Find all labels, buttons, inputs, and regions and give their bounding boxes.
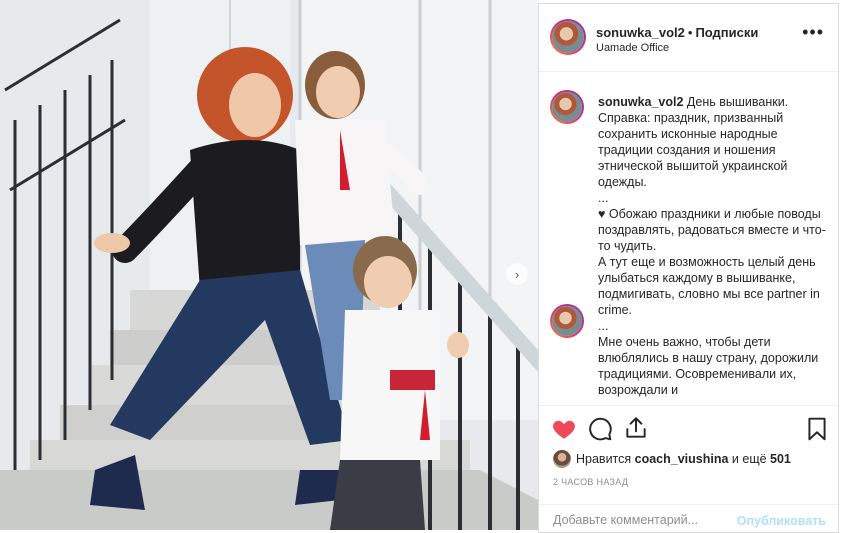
author-avatar[interactable] [550, 19, 586, 55]
comment-input[interactable] [553, 513, 743, 527]
chevron-right-icon: › [514, 266, 520, 282]
post-side-panel: sonuwka_vol2 • Подписки Uamade Office ••• … [538, 3, 839, 533]
publish-button[interactable]: Опубликовать [737, 514, 826, 528]
add-comment-bar: Опубликовать [539, 504, 838, 533]
carousel-next-button[interactable]: › [506, 263, 528, 285]
bookmark-icon[interactable] [804, 416, 830, 442]
liker-username[interactable]: coach_viushina [635, 452, 729, 466]
caption-author-avatar[interactable] [550, 304, 584, 338]
likes-summary[interactable]: Нравится coach_viushina и ещё 501 [553, 450, 791, 468]
post-photo[interactable]: › [0, 0, 538, 530]
likes-middle: и ещё [728, 452, 771, 466]
instagram-post-window: › sonuwka_vol2 • Подписки Uamade Office ••… [0, 0, 841, 533]
like-heart-icon[interactable] [551, 416, 577, 442]
post-header: sonuwka_vol2 • Подписки Uamade Office ••• [539, 4, 838, 72]
caption-username[interactable]: sonuwka_vol2 [598, 95, 683, 109]
following-button[interactable]: Подписки [695, 25, 758, 40]
likes-count[interactable]: 501 [770, 452, 791, 466]
liker-avatar [553, 450, 571, 468]
caption-author-avatar-top[interactable] [550, 90, 584, 124]
more-options-icon[interactable]: ••• [802, 22, 824, 43]
caption-text: День вышиванки. Справка: праздник, призв… [598, 95, 826, 397]
author-username[interactable]: sonuwka_vol2 [596, 25, 685, 40]
post-caption: sonuwka_vol2 День вышиванки. Справка: пр… [598, 94, 833, 398]
photo-illustration [0, 0, 538, 530]
share-upload-icon[interactable] [623, 415, 649, 441]
separator-dot: • [687, 25, 693, 40]
author-row: sonuwka_vol2 • Подписки [596, 25, 758, 40]
post-location[interactable]: Uamade Office [596, 42, 669, 54]
post-actions: Нравится coach_viushina и ещё 501 2 ЧАСО… [539, 405, 838, 533]
comment-bubble-icon[interactable] [587, 416, 613, 442]
comments-section: sonuwka_vol2 День вышиванки. Справка: пр… [539, 73, 838, 405]
likes-prefix: Нравится [576, 452, 635, 466]
post-timestamp[interactable]: 2 ЧАСОВ НАЗАД [553, 477, 628, 487]
